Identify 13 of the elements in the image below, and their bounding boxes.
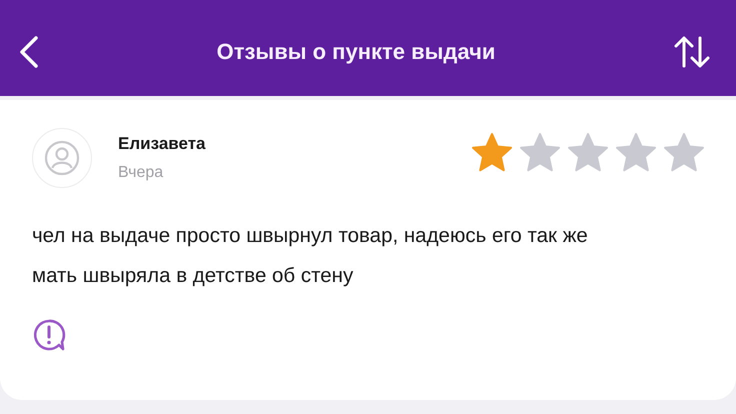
star-icon <box>662 132 706 174</box>
star-icon <box>566 132 610 174</box>
review-text: чел на выдаче просто швырнул товар, надеюсь его так же мать швыряла в детстве об стену <box>32 223 589 289</box>
star-icon <box>614 132 658 174</box>
star-icon <box>518 132 562 174</box>
back-button[interactable] <box>18 35 40 69</box>
sort-button[interactable] <box>672 35 712 69</box>
avatar-icon <box>32 128 92 188</box>
complaint-icon[interactable] <box>32 318 66 352</box>
review-date: Вчера <box>118 164 164 182</box>
screen-title: Отзывы о пункте выдачи <box>216 39 496 65</box>
star-icon <box>470 132 514 174</box>
author-name: Елизавета <box>118 134 206 154</box>
